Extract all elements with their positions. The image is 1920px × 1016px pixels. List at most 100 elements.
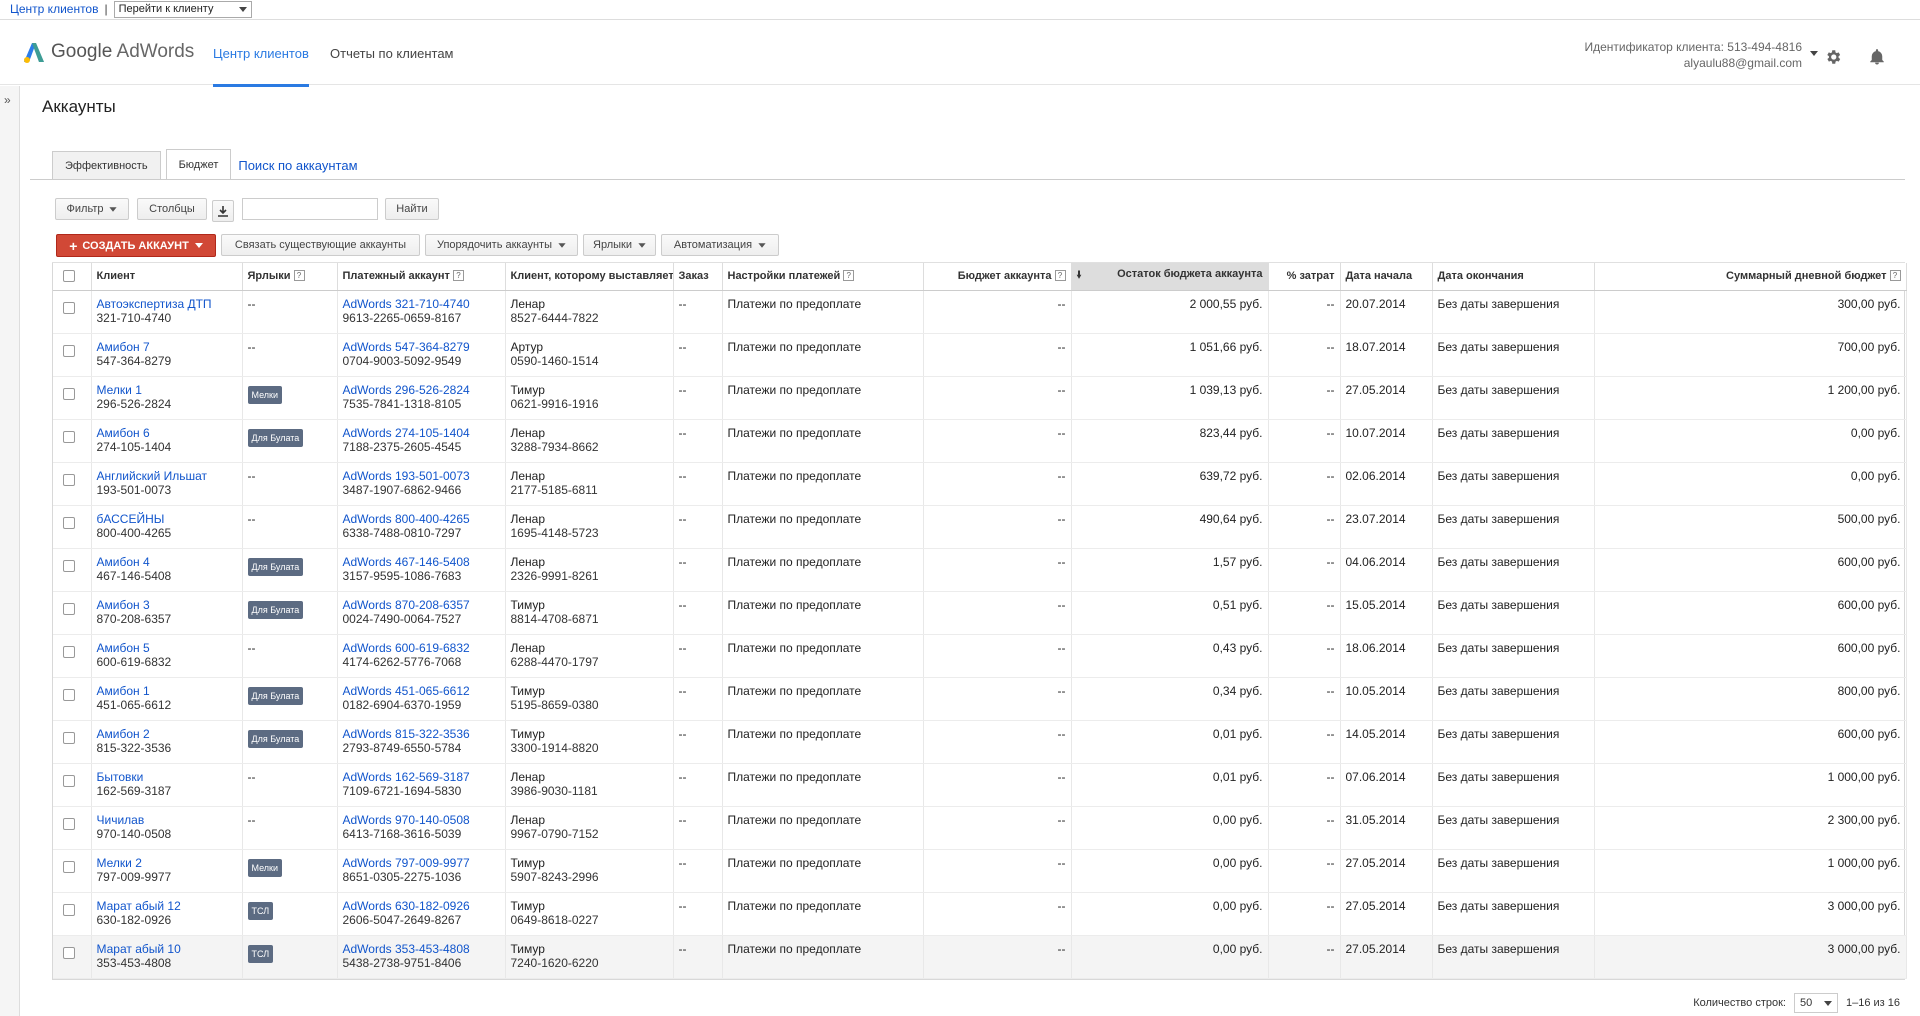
double-chevron-right-icon[interactable]: » [4, 93, 11, 107]
bell-icon[interactable] [1866, 46, 1888, 68]
client-name-link[interactable]: Чичилав [97, 813, 145, 827]
labels-button[interactable]: Ярлыки [583, 234, 656, 256]
table-row[interactable]: Бытовки 162-569-3187 -- AdWords 162-569-3… [53, 763, 1907, 807]
client-name-link[interactable]: Амибон 4 [97, 555, 150, 569]
row-checkbox[interactable] [63, 817, 75, 830]
payment-account-link[interactable]: AdWords 162-569-3187 [343, 770, 470, 784]
col-order[interactable]: Заказ [673, 263, 723, 291]
payment-account-link[interactable]: AdWords 547-364-8279 [343, 340, 470, 354]
payment-account-link[interactable]: AdWords 797-009-9977 [343, 856, 470, 870]
col-account-budget[interactable]: Бюджет аккаунта? [923, 263, 1072, 291]
client-name-link[interactable]: Амибон 7 [97, 340, 150, 354]
col-end-date[interactable]: Дата окончания [1432, 263, 1595, 291]
create-account-button[interactable]: + СОЗДАТЬ АККАУНТ [56, 234, 216, 257]
collapsed-sidebar[interactable]: » [0, 86, 20, 1016]
payment-account-link[interactable]: AdWords 630-182-0926 [343, 899, 470, 913]
table-row[interactable]: Амибон 4 467-146-5408 Для Булата AdWords … [53, 548, 1907, 592]
automation-button[interactable]: Автоматизация [661, 234, 779, 256]
help-icon[interactable]: ? [452, 270, 464, 282]
tab-account-search[interactable]: Поиск по аккаунтам [236, 151, 359, 180]
row-checkbox[interactable] [63, 473, 75, 486]
account-info[interactable]: Идентификатор клиента: 513-494-4816 alya… [1585, 39, 1803, 71]
table-row[interactable]: Амибон 2 815-322-3536 Для Булата AdWords … [53, 720, 1907, 764]
row-checkbox[interactable] [63, 903, 75, 916]
row-checkbox[interactable] [63, 344, 75, 357]
client-name-link[interactable]: Марат абый 10 [97, 942, 181, 956]
row-checkbox[interactable] [63, 516, 75, 529]
table-row[interactable]: Амибон 5 600-619-6832 -- AdWords 600-619-… [53, 634, 1907, 678]
row-checkbox[interactable] [63, 559, 75, 572]
table-row[interactable]: Амибон 3 870-208-6357 Для Булата AdWords … [53, 591, 1907, 635]
col-remaining-budget[interactable]: 🠛 Остаток бюджета аккаунта [1071, 263, 1269, 291]
client-name-link[interactable]: Амибон 6 [97, 426, 150, 440]
client-name-link[interactable]: Марат абый 12 [97, 899, 181, 913]
columns-button[interactable]: Столбцы [137, 198, 207, 220]
payment-account-link[interactable]: AdWords 970-140-0508 [343, 813, 470, 827]
help-icon[interactable]: ? [843, 270, 855, 282]
row-checkbox[interactable] [63, 430, 75, 443]
row-checkbox[interactable] [63, 774, 75, 787]
table-row[interactable]: Амибон 6 274-105-1404 Для Булата AdWords … [53, 419, 1907, 463]
table-row[interactable]: Английский Ильшат 193-501-0073 -- AdWords… [53, 462, 1907, 506]
payment-account-link[interactable]: AdWords 600-619-6832 [343, 641, 470, 655]
payment-account-link[interactable]: AdWords 870-208-6357 [343, 598, 470, 612]
search-input[interactable] [242, 198, 378, 220]
table-row[interactable]: Мелки 1 296-526-2824 Мелки AdWords 296-52… [53, 376, 1907, 420]
label-chip[interactable]: ТСЛ [247, 944, 274, 963]
client-name-link[interactable]: Английский Ильшат [97, 469, 208, 483]
mcc-link[interactable]: Центр клиентов [10, 2, 98, 16]
label-chip[interactable]: ТСЛ [247, 901, 274, 920]
payment-account-link[interactable]: AdWords 815-322-3536 [343, 727, 470, 741]
col-payment-settings[interactable]: Настройки платежей? [722, 263, 924, 291]
client-name-link[interactable]: Автоэкспертиза ДТП [97, 297, 212, 311]
payment-account-link[interactable]: AdWords 451-065-6612 [343, 684, 470, 698]
help-icon[interactable]: ? [1054, 270, 1066, 282]
client-name-link[interactable]: Амибон 5 [97, 641, 150, 655]
row-checkbox[interactable] [63, 946, 75, 959]
col-daily-budget[interactable]: Суммарный дневной бюджет? [1594, 263, 1907, 291]
nav-tab-client-reports[interactable]: Отчеты по клиентам [330, 20, 454, 86]
payment-account-link[interactable]: AdWords 321-710-4740 [343, 297, 470, 311]
link-accounts-button[interactable]: Связать существующие аккаунты [221, 234, 420, 256]
table-row[interactable]: Амибон 7 547-364-8279 -- AdWords 547-364-… [53, 333, 1907, 377]
table-row[interactable]: Марат абый 12 630-182-0926 ТСЛ AdWords 63… [53, 892, 1907, 936]
table-row[interactable]: Амибон 1 451-065-6612 Для Булата AdWords … [53, 677, 1907, 721]
select-all-checkbox[interactable] [63, 269, 75, 282]
label-chip[interactable]: Мелки [247, 858, 283, 877]
label-chip[interactable]: Для Булата [247, 600, 304, 619]
row-checkbox[interactable] [63, 860, 75, 873]
table-row[interactable]: Мелки 2 797-009-9977 Мелки AdWords 797-00… [53, 849, 1907, 893]
col-spend-percent[interactable]: % затрат [1268, 263, 1341, 291]
label-chip[interactable]: Для Булата [247, 729, 304, 748]
label-chip[interactable]: Для Булата [247, 428, 304, 447]
payment-account-link[interactable]: AdWords 467-146-5408 [343, 555, 470, 569]
gear-icon[interactable] [1822, 46, 1844, 68]
row-checkbox[interactable] [63, 688, 75, 701]
label-chip[interactable]: Мелки [247, 385, 283, 404]
tab-budget[interactable]: Бюджет [165, 149, 232, 180]
nav-tab-client-center[interactable]: Центр клиентов [213, 20, 309, 87]
label-chip[interactable]: Для Булата [247, 686, 304, 705]
rows-per-page-select[interactable]: 50 [1793, 993, 1838, 1013]
account-chevron-down-icon[interactable] [1810, 51, 1818, 56]
col-payment-account[interactable]: Платежный аккаунт? [337, 263, 506, 291]
col-start-date[interactable]: Дата начала [1340, 263, 1433, 291]
filter-button[interactable]: Фильтр [55, 198, 129, 220]
tab-performance[interactable]: Эффективность [52, 151, 161, 180]
client-name-link[interactable]: Амибон 3 [97, 598, 150, 612]
find-button[interactable]: Найти [385, 198, 439, 220]
payment-account-link[interactable]: AdWords 193-501-0073 [343, 469, 470, 483]
help-icon[interactable]: ? [1889, 270, 1901, 282]
label-chip[interactable]: Для Булата [247, 557, 304, 576]
organize-accounts-button[interactable]: Упорядочить аккаунты [425, 234, 578, 256]
table-row[interactable]: Чичилав 970-140-0508 -- AdWords 970-140-0… [53, 806, 1907, 850]
client-name-link[interactable]: Бытовки [97, 770, 144, 784]
client-name-link[interactable]: Амибон 1 [97, 684, 150, 698]
col-labels[interactable]: Ярлыки? [242, 263, 338, 291]
client-name-link[interactable]: Мелки 1 [97, 383, 142, 397]
payment-account-link[interactable]: AdWords 296-526-2824 [343, 383, 470, 397]
jump-to-client-select[interactable]: Перейти к клиенту [113, 0, 252, 18]
payment-account-link[interactable]: AdWords 353-453-4808 [343, 942, 470, 956]
row-checkbox[interactable] [63, 301, 75, 314]
client-name-link[interactable]: бАССЕЙНЫ [97, 512, 165, 526]
